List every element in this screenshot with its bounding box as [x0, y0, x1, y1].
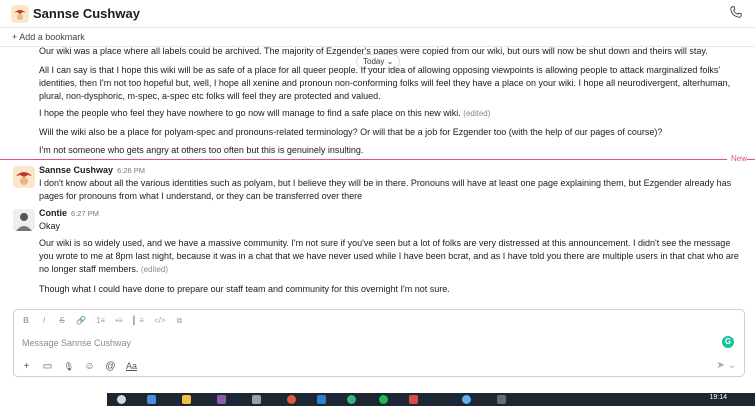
message-text: All I can say is that I hope this wiki w… [39, 65, 731, 101]
grammarly-icon[interactable]: G [722, 336, 734, 348]
folder-icon[interactable] [182, 395, 191, 404]
bold-button[interactable]: B [22, 316, 30, 328]
message-text: Though what I could have done to prepare… [39, 284, 450, 294]
message-list: Our wiki was a place where all labels co… [0, 47, 755, 305]
message-text: I'm not someone who gets angry at others… [39, 145, 364, 155]
app-icon[interactable] [462, 395, 471, 404]
task-view-icon[interactable] [147, 395, 156, 404]
user-name[interactable]: Contie [39, 208, 67, 218]
composer-actions: + ▭ 🎙 ☺ @ Aa [20, 360, 138, 373]
message-text: I don't know about all the various ident… [39, 178, 732, 201]
video-icon[interactable]: ▭ [41, 360, 54, 373]
format-icon[interactable]: Aa [125, 360, 138, 373]
code-icon[interactable]: </> [154, 316, 166, 328]
mention-icon[interactable]: @ [104, 360, 117, 373]
edited-label: (edited) [140, 265, 169, 274]
app-icon[interactable] [347, 395, 356, 404]
avatar[interactable] [13, 209, 35, 231]
send-button[interactable]: ➤ ⌄ [716, 360, 736, 371]
ordered-list-icon[interactable]: 1≡ [96, 316, 105, 328]
link-icon[interactable]: 🔗 [76, 316, 86, 328]
avatar[interactable] [13, 166, 35, 188]
message-span: I hope the people who feel they have now… [39, 108, 461, 118]
channel-title[interactable]: Sannse Cushway [33, 6, 140, 21]
app-icon[interactable] [252, 395, 261, 404]
channel-header: Sannse Cushway ⌄ [0, 0, 755, 28]
italic-button[interactable]: I [40, 316, 48, 328]
user-name[interactable]: Sannse Cushway [39, 165, 113, 175]
formatting-toolbar: B I S 🔗 1≡ •≡ ▎≡ </> ⧉ [22, 316, 184, 328]
app-icon[interactable] [497, 395, 506, 404]
new-messages-divider [0, 159, 755, 160]
vscode-icon[interactable] [317, 395, 326, 404]
chevron-down-icon[interactable]: ⌄ [115, 7, 123, 18]
avatar[interactable] [11, 5, 29, 23]
phone-icon[interactable] [729, 5, 745, 21]
app-icon[interactable] [217, 395, 226, 404]
clock[interactable]: 19:14 [709, 394, 727, 401]
timestamp[interactable]: 6:26 PM [117, 166, 145, 175]
microphone-icon[interactable]: 🎙 [62, 360, 75, 373]
taskbar: 19:14 [107, 393, 755, 406]
message-text: I hope the people who feel they have now… [39, 107, 744, 120]
add-bookmark-button[interactable]: + Add a bookmark [0, 29, 755, 47]
browser-icon[interactable] [287, 395, 296, 404]
message-text: Our wiki is so widely used, and we have … [39, 237, 744, 276]
quote-icon[interactable]: ▎≡ [133, 316, 144, 328]
plus-icon[interactable]: + [20, 360, 33, 373]
message-meta: Sannse Cushway 6:26 PM [39, 164, 744, 177]
emoji-icon[interactable]: ☺ [83, 360, 96, 373]
strikethrough-button[interactable]: S [58, 316, 66, 328]
spotify-icon[interactable] [379, 395, 388, 404]
code-block-icon[interactable]: ⧉ [176, 316, 184, 328]
edited-label: (edited) [463, 109, 491, 118]
timestamp[interactable]: 6:27 PM [71, 209, 99, 218]
message-text: Will the wiki also be a place for polyam… [39, 127, 663, 137]
message-composer: B I S 🔗 1≡ •≡ ▎≡ </> ⧉ Message Sannse Cu… [13, 309, 745, 377]
search-icon[interactable] [117, 395, 126, 404]
bullet-list-icon[interactable]: •≡ [115, 316, 123, 328]
message-text: Okay [39, 221, 61, 231]
new-label: New [726, 154, 747, 164]
app-icon[interactable] [409, 395, 418, 404]
message-meta: Contie 6:27 PM [39, 207, 744, 220]
message-input[interactable]: Message Sannse Cushway [22, 338, 131, 348]
